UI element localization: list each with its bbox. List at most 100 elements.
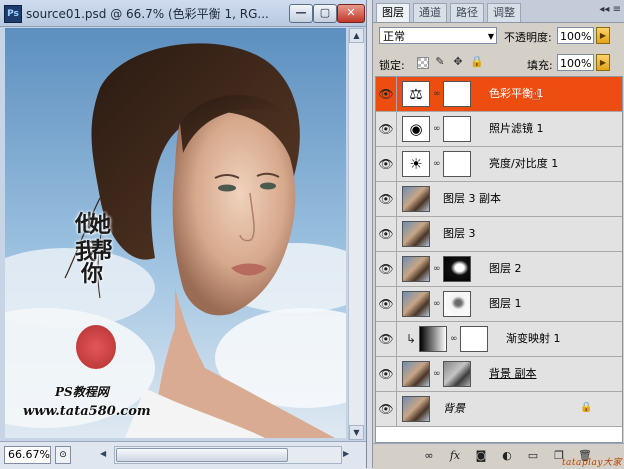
lock-label: 锁定: (379, 59, 405, 72)
sun-icon: ☀ (402, 151, 430, 177)
dropdown-arrow-icon: ▼ (487, 32, 494, 41)
layer-row[interactable]: 👁 ∞ 图层 2 (376, 252, 622, 287)
layer-thumbnail (402, 186, 430, 212)
layer-thumbnail (402, 396, 430, 422)
layer-row[interactable]: 👁 图层 3 副本 (376, 182, 622, 217)
close-button[interactable]: ✕ (337, 4, 365, 23)
calligraphy-char: 帮 (91, 238, 114, 264)
eye-icon[interactable]: 👁 (376, 357, 397, 391)
layer-row[interactable]: 👁 ◉ ∞ 照片滤镜 1 (376, 112, 622, 147)
layer-name: 亮度/对比度 1 (489, 157, 559, 170)
scroll-down-icon[interactable]: ▼ (349, 425, 364, 440)
tab-channels[interactable]: 通道 (413, 3, 447, 22)
scroll-up-icon[interactable]: ▲ (349, 28, 364, 43)
layer-name: 渐变映射 1 (506, 332, 561, 345)
tab-layers[interactable]: 图层 (376, 3, 410, 22)
calligraphy-char: 你 (81, 261, 104, 287)
footer-watermark: tataplay大家 (561, 458, 622, 468)
layer-mask-thumbnail[interactable] (443, 361, 471, 387)
panel-menu-icon[interactable]: ◂◂ ≡ (599, 4, 621, 15)
fill-label: 填充: (527, 59, 553, 72)
layer-mask-thumbnail[interactable] (443, 291, 471, 317)
fill-field[interactable]: 100% (557, 54, 594, 71)
document-window: Ps source01.psd @ 66.7% (色彩平衡 1, RG... —… (0, 0, 367, 469)
red-seal-stamp (76, 325, 116, 369)
eye-icon[interactable]: 👁 (376, 287, 397, 321)
eye-icon[interactable]: 👁 (376, 392, 397, 426)
layer-mask-thumbnail[interactable] (443, 81, 471, 107)
layer-row[interactable]: 👁 图层 3 (376, 217, 622, 252)
status-bar: 66.67% ⊙ ◀ ▶ (0, 441, 366, 469)
layer-name: 照片滤镜 1 (489, 122, 544, 135)
eye-icon[interactable]: 👁 (376, 217, 397, 251)
panel-bottom-toolbar: ∞ fx ◙ ◐ ▭ ❐ 🗑 tataplay大家 (373, 443, 624, 469)
add-mask-icon[interactable]: ◙ (473, 448, 489, 464)
layers-panel: 图层 通道 路径 调整 ◂◂ ≡ 正常 ▼ 不透明度: 100% ▶ 锁定: ✎… (372, 0, 624, 469)
image-canvas[interactable]: 他 她 我 帮 你 PS教程网 www.tata580.com (5, 28, 346, 438)
layer-row[interactable]: 👁 ∞ 图层 1 (376, 287, 622, 322)
layer-thumbnail (402, 256, 430, 282)
chain-link-icon[interactable]: ∞ (433, 263, 441, 275)
clipping-arrow-icon: ↳ (406, 332, 417, 346)
status-info-icon[interactable]: ⊙ (55, 446, 71, 464)
new-group-icon[interactable]: ▭ (525, 448, 541, 464)
layer-thumbnail (402, 291, 430, 317)
lock-all-icon[interactable]: 🔒 (470, 56, 484, 68)
layer-mask-thumbnail[interactable] (443, 116, 471, 142)
layer-row[interactable]: 👁 ∞ 背景 副本 (376, 357, 622, 392)
horizontal-scrollbar[interactable] (114, 446, 342, 464)
new-adjustment-layer-icon[interactable]: ◐ (499, 448, 515, 464)
layer-row[interactable]: 👁 ↳ ∞ 渐变映射 1 (376, 322, 622, 357)
calligraphy-watermark: 他 她 我 帮 你 (75, 213, 115, 286)
opacity-field[interactable]: 100% (557, 27, 594, 44)
lock-transparency-icon[interactable] (417, 57, 429, 69)
layer-name: 图层 2 (489, 262, 522, 275)
eye-icon[interactable]: 👁 (376, 147, 397, 181)
lock-pixels-brush-icon[interactable]: ✎ (434, 56, 446, 68)
chain-link-icon[interactable]: ∞ (433, 158, 441, 170)
maximize-button[interactable]: ▢ (313, 4, 337, 23)
fill-slider-button[interactable]: ▶ (596, 54, 610, 71)
tab-paths[interactable]: 路径 (450, 3, 484, 22)
eye-icon[interactable]: 👁 (376, 112, 397, 146)
panel-tab-bar: 图层 通道 路径 调整 ◂◂ ≡ (373, 0, 624, 23)
portrait-image (5, 28, 346, 438)
link-layers-icon[interactable]: ∞ (421, 448, 437, 464)
layer-name: 图层 1 (489, 297, 522, 310)
layer-name: 图层 3 副本 (443, 192, 501, 205)
chain-link-icon[interactable]: ∞ (433, 368, 441, 380)
tab-adjustments[interactable]: 调整 (487, 3, 521, 22)
blend-mode-select[interactable]: 正常 ▼ (379, 27, 497, 44)
layer-style-icon[interactable]: fx (447, 448, 463, 464)
eye-icon[interactable]: 👁 (376, 182, 397, 216)
vertical-scrollbar[interactable]: ▲ ▼ (348, 28, 364, 440)
scroll-right-icon[interactable]: ▶ (343, 447, 355, 461)
gradient-map-thumbnail (419, 326, 447, 352)
chain-link-icon[interactable]: ∞ (433, 298, 441, 310)
layer-mask-thumbnail[interactable] (443, 256, 471, 282)
chain-link-icon[interactable]: ∞ (433, 88, 441, 100)
camera-icon: ◉ (402, 116, 430, 142)
layer-row[interactable]: 👁 背景 🔒 (376, 392, 622, 427)
blend-mode-value: 正常 (383, 30, 405, 43)
watermark-site-name: PS教程网 (55, 385, 109, 399)
zoom-level-field[interactable]: 66.67% (4, 446, 51, 464)
chain-link-icon[interactable]: ∞ (450, 333, 458, 345)
eye-icon[interactable]: 👁 (376, 252, 397, 286)
opacity-slider-button[interactable]: ▶ (596, 27, 610, 44)
minimize-button[interactable]: — (289, 4, 313, 23)
horizontal-scroll-thumb[interactable] (116, 448, 288, 462)
lock-position-move-icon[interactable]: ✥ (452, 56, 464, 68)
chain-link-icon[interactable]: ∞ (433, 123, 441, 135)
layer-row[interactable]: 👁 ⚖ ∞ 色彩平衡 1 ☝ (376, 77, 622, 112)
calligraphy-char: 她 (89, 212, 112, 238)
eye-icon[interactable]: 👁 (376, 77, 397, 111)
layer-mask-thumbnail[interactable] (443, 151, 471, 177)
layer-row[interactable]: 👁 ☀ ∞ 亮度/对比度 1 (376, 147, 622, 182)
layer-list: 👁 ⚖ ∞ 色彩平衡 1 ☝ 👁 ◉ ∞ 照片滤镜 1 👁 ☀ ∞ 亮度/对比度… (375, 76, 623, 443)
document-title-bar[interactable]: Ps source01.psd @ 66.7% (色彩平衡 1, RG... —… (0, 0, 366, 27)
scroll-left-icon[interactable]: ◀ (100, 447, 112, 461)
layer-mask-thumbnail[interactable] (460, 326, 488, 352)
eye-icon[interactable]: 👁 (376, 322, 397, 356)
lock-icon: 🔒 (580, 402, 593, 413)
